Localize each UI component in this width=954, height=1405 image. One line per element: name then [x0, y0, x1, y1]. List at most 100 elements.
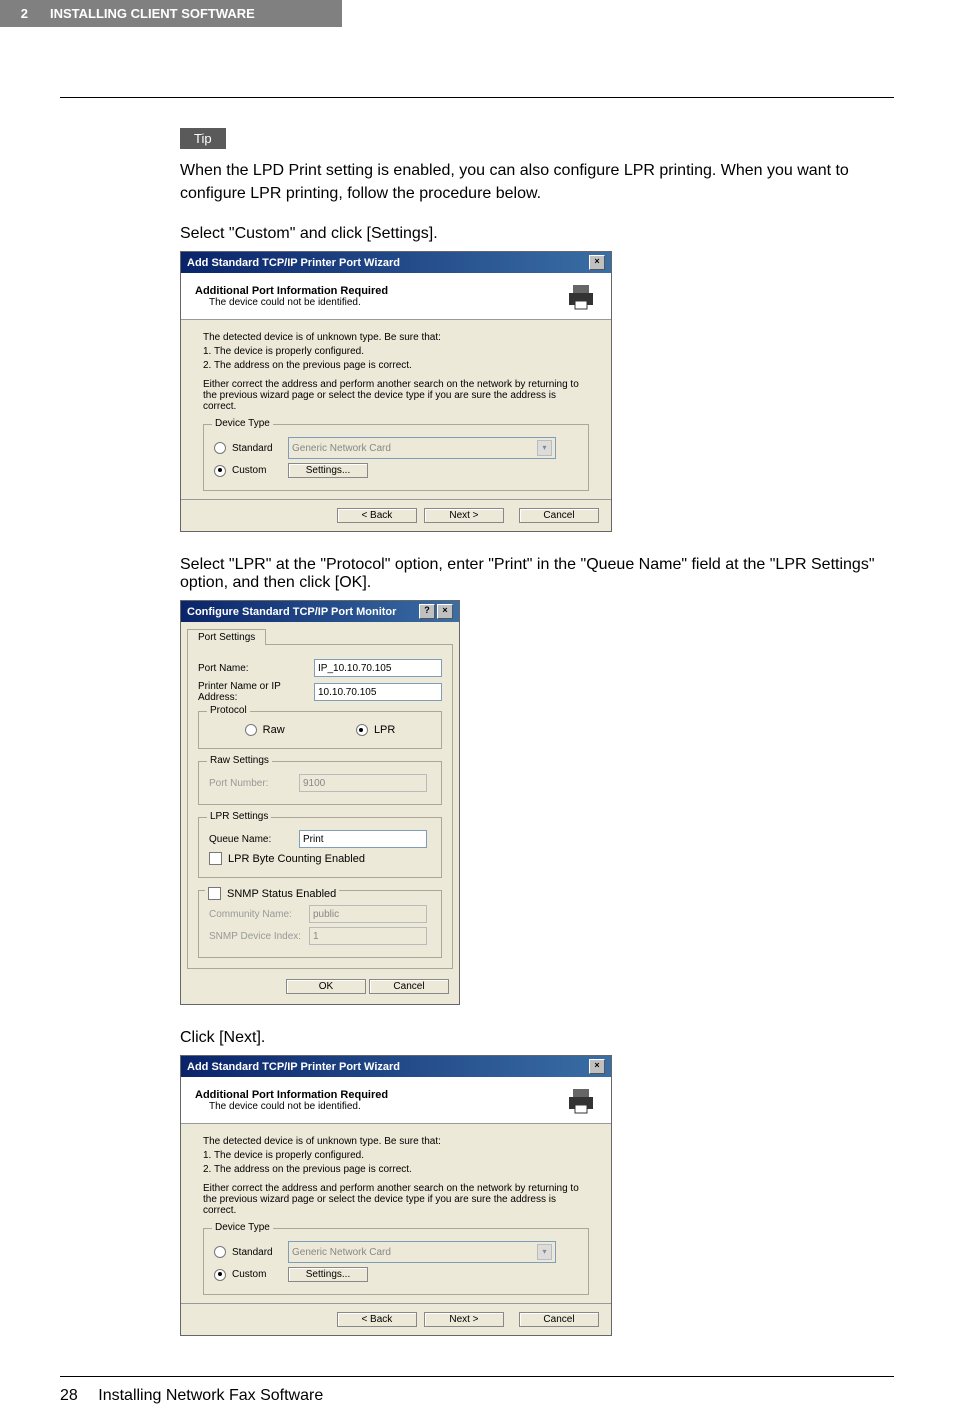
device-idx-input — [309, 927, 427, 945]
dialog-title: Add Standard TCP/IP Printer Port Wizard — [187, 1061, 400, 1073]
lpr-label: LPR Settings — [207, 811, 271, 822]
lpr-settings-group: LPR Settings Queue Name: LPR Byte Counti… — [198, 817, 442, 878]
radio-standard[interactable] — [214, 1246, 226, 1258]
chapter-number: 2 — [0, 0, 38, 27]
wizard-head-sub: The device could not be identified. — [195, 1101, 388, 1112]
device-idx-label: SNMP Device Index: — [209, 931, 309, 942]
select-value: Generic Network Card — [292, 443, 391, 454]
help-icon[interactable]: ? — [419, 604, 435, 619]
radio-standard-label: Standard — [232, 1247, 282, 1258]
chevron-down-icon: ▾ — [537, 1244, 552, 1260]
port-number-input — [299, 774, 427, 792]
close-icon[interactable]: × — [589, 255, 605, 270]
settings-button[interactable]: Settings... — [288, 1267, 368, 1282]
step-3-text: Click [Next]. — [180, 1029, 894, 1047]
radio-standard-label: Standard — [232, 443, 282, 454]
group-label: Device Type — [212, 1222, 273, 1233]
tab-port-settings[interactable]: Port Settings — [187, 629, 266, 645]
close-icon[interactable]: × — [589, 1059, 605, 1074]
body-intro: The detected device is of unknown type. … — [203, 332, 589, 343]
body-li2: 2. The address on the previous page is c… — [203, 360, 589, 371]
snmp-checkbox[interactable] — [208, 887, 221, 900]
community-input — [309, 905, 427, 923]
radio-custom-label: Custom — [232, 465, 282, 476]
title-bar: Add Standard TCP/IP Printer Port Wizard … — [181, 252, 611, 273]
wizard-head-title: Additional Port Information Required — [195, 1089, 388, 1101]
chevron-down-icon: ▾ — [537, 440, 552, 456]
radio-custom[interactable] — [214, 465, 226, 477]
config-dialog: Configure Standard TCP/IP Port Monitor ?… — [180, 600, 460, 1005]
tip-badge: Tip — [180, 128, 226, 149]
lpr-byte-label: LPR Byte Counting Enabled — [228, 853, 365, 865]
wizard-dialog-2: Add Standard TCP/IP Printer Port Wizard … — [180, 1055, 612, 1336]
raw-settings-group: Raw Settings Port Number: — [198, 761, 442, 805]
next-button[interactable]: Next > — [424, 508, 504, 523]
wizard-dialog-1: Add Standard TCP/IP Printer Port Wizard … — [180, 251, 612, 532]
page-footer: 28 Installing Network Fax Software — [60, 1376, 894, 1405]
radio-raw-label: Raw — [263, 724, 285, 736]
queue-label: Queue Name: — [209, 834, 299, 845]
button-row: < Back Next > Cancel — [181, 1303, 611, 1335]
body-li2: 2. The address on the previous page is c… — [203, 1164, 589, 1175]
ip-input[interactable] — [314, 683, 442, 701]
port-number-label: Port Number: — [209, 778, 299, 789]
raw-label: Raw Settings — [207, 755, 272, 766]
protocol-label: Protocol — [207, 705, 250, 716]
step-2-text: Select "LPR" at the "Protocol" option, e… — [180, 556, 894, 592]
wizard-banner: Additional Port Information Required The… — [181, 273, 611, 320]
port-name-label: Port Name: — [198, 663, 314, 674]
tip-text: When the LPD Print setting is enabled, y… — [180, 159, 894, 205]
printer-icon — [565, 281, 597, 311]
radio-standard[interactable] — [214, 442, 226, 454]
dialog-title: Add Standard TCP/IP Printer Port Wizard — [187, 257, 400, 269]
wizard-head-sub: The device could not be identified. — [195, 297, 388, 308]
device-type-group: Device Type Standard Generic Network Car… — [203, 1228, 589, 1295]
select-value: Generic Network Card — [292, 1247, 391, 1258]
port-name-input[interactable] — [314, 659, 442, 677]
queue-input[interactable] — [299, 830, 427, 848]
protocol-group: Protocol Raw LPR — [198, 711, 442, 749]
snmp-label: SNMP Status Enabled — [227, 888, 336, 900]
radio-lpr[interactable] — [356, 724, 368, 736]
settings-button[interactable]: Settings... — [288, 463, 368, 478]
chapter-header: 2 INSTALLING CLIENT SOFTWARE — [0, 0, 954, 27]
printer-icon — [565, 1085, 597, 1115]
radio-raw[interactable] — [245, 724, 257, 736]
ip-label: Printer Name or IP Address: — [198, 681, 314, 703]
wizard-head-title: Additional Port Information Required — [195, 285, 388, 297]
body-li1: 1. The device is properly configured. — [203, 346, 589, 357]
radio-lpr-label: LPR — [374, 724, 395, 736]
wizard-body: The detected device is of unknown type. … — [181, 1124, 611, 1303]
chapter-title: INSTALLING CLIENT SOFTWARE — [38, 0, 342, 27]
footer-section: Installing Network Fax Software — [98, 1387, 323, 1404]
standard-select: Generic Network Card ▾ — [288, 437, 556, 459]
back-button[interactable]: < Back — [337, 508, 417, 523]
page-number: 28 — [60, 1387, 78, 1404]
body-para: Either correct the address and perform a… — [203, 379, 589, 412]
title-bar: Add Standard TCP/IP Printer Port Wizard … — [181, 1056, 611, 1077]
tab-panel: Port Name: Printer Name or IP Address: P… — [187, 644, 453, 969]
button-row: < Back Next > Cancel — [181, 499, 611, 531]
body-li1: 1. The device is properly configured. — [203, 1150, 589, 1161]
cancel-button[interactable]: Cancel — [519, 1312, 599, 1327]
cancel-button[interactable]: Cancel — [519, 508, 599, 523]
device-type-group: Device Type Standard Generic Network Car… — [203, 424, 589, 491]
wizard-banner: Additional Port Information Required The… — [181, 1077, 611, 1124]
cancel-button[interactable]: Cancel — [369, 979, 449, 994]
group-label: Device Type — [212, 418, 273, 429]
standard-select: Generic Network Card ▾ — [288, 1241, 556, 1263]
close-icon[interactable]: × — [437, 604, 453, 619]
radio-custom[interactable] — [214, 1269, 226, 1281]
ok-button[interactable]: OK — [286, 979, 366, 994]
body-intro: The detected device is of unknown type. … — [203, 1136, 589, 1147]
next-button[interactable]: Next > — [424, 1312, 504, 1327]
body-para: Either correct the address and perform a… — [203, 1183, 589, 1216]
snmp-group: SNMP Status Enabled Community Name: SNMP… — [198, 890, 442, 958]
title-bar: Configure Standard TCP/IP Port Monitor ?… — [181, 601, 459, 622]
divider-top — [60, 97, 894, 98]
lpr-byte-checkbox[interactable] — [209, 852, 222, 865]
back-button[interactable]: < Back — [337, 1312, 417, 1327]
wizard-body: The detected device is of unknown type. … — [181, 320, 611, 499]
radio-custom-label: Custom — [232, 1269, 282, 1280]
step-1-text: Select "Custom" and click [Settings]. — [180, 225, 894, 243]
